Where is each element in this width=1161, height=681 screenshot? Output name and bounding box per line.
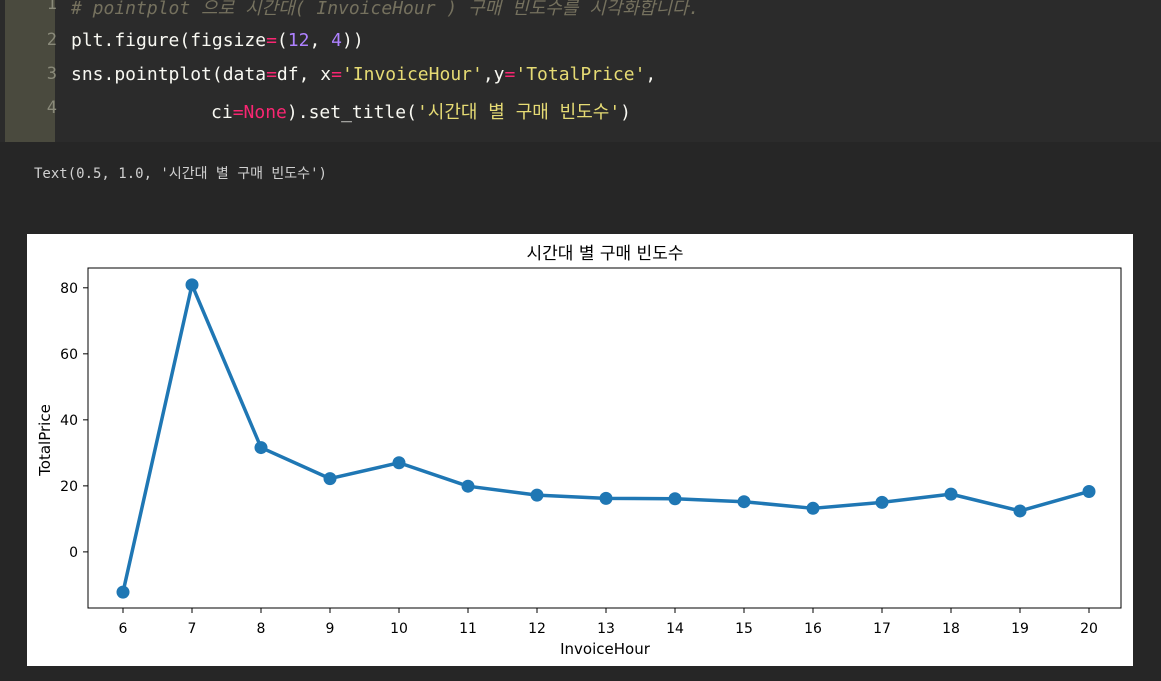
x-tick-label: 10 (390, 621, 408, 637)
line-number-gutter: 1 2 3 4 (5, 0, 57, 142)
line-number: 4 (46, 98, 57, 118)
data-point (806, 501, 820, 515)
data-point (185, 278, 199, 292)
y-tick-label: 20 (60, 479, 78, 495)
code-line-figure: plt.figure(figsize=(12, 4)) (71, 30, 364, 51)
x-tick-label: 19 (1011, 621, 1029, 637)
series-line (121, 283, 1090, 593)
x-tick-label: 14 (666, 621, 684, 637)
data-point (668, 492, 682, 506)
data-point (461, 479, 475, 493)
plot-frame (87, 267, 1122, 609)
data-point (392, 456, 406, 470)
line-number: 1 (46, 0, 57, 14)
x-tick-label: 9 (326, 621, 335, 637)
code-cell[interactable]: 1 2 3 4 # pointplot 으로 시간대( InvoiceHour … (0, 0, 1161, 142)
data-point (1013, 504, 1027, 518)
data-point (116, 585, 130, 599)
data-point (875, 495, 889, 509)
x-tick-label: 7 (188, 621, 197, 637)
code-line-set-title: ci=None).set_title('시간대 별 구매 빈도수') (211, 102, 632, 123)
y-tick-label: 0 (69, 545, 78, 561)
chart-title: 시간대 별 구매 빈도수 (527, 244, 684, 264)
code-comment: # pointplot 으로 시간대( InvoiceHour ) 구매 빈도수… (71, 0, 700, 19)
pointplot-chart: 시간대 별 구매 빈도수 InvoiceHour TotalPrice 0 20 4… (36, 244, 1122, 658)
x-axis-label: InvoiceHour (560, 640, 651, 658)
data-point (599, 491, 613, 505)
data-point (1082, 484, 1096, 498)
x-tick-label: 13 (597, 621, 615, 637)
line-number: 2 (46, 30, 57, 50)
data-point (323, 472, 337, 486)
data-point (944, 487, 958, 501)
chart-figure: 시간대 별 구매 빈도수 InvoiceHour TotalPrice 0 20 4… (27, 234, 1133, 666)
data-point (254, 441, 268, 455)
x-tick-label: 16 (804, 621, 822, 637)
x-tick-label: 12 (528, 621, 546, 637)
x-tick-label: 17 (873, 621, 891, 637)
x-tick-label: 8 (257, 621, 266, 637)
x-tick-label: 6 (119, 621, 128, 637)
y-tick-label: 60 (60, 347, 78, 363)
x-tick-label: 20 (1080, 621, 1098, 637)
y-axis-label: TotalPrice (36, 404, 54, 477)
line-number: 3 (46, 64, 57, 84)
data-point (530, 488, 544, 502)
data-point (737, 495, 751, 509)
y-tick-label: 40 (60, 413, 78, 429)
axes: 0 20 40 60 80 6 7 8 9 10 11 12 13 14 15 16 17 18 19 20 (60, 267, 1122, 637)
code-line-pointplot: sns.pointplot(data=df, x='InvoiceHour',y… (71, 64, 657, 85)
x-tick-label: 15 (735, 621, 753, 637)
x-tick-label: 18 (942, 621, 960, 637)
cell-output-text: Text(0.5, 1.0, '시간대 별 구매 빈도수') (34, 166, 327, 182)
x-tick-label: 11 (459, 621, 477, 637)
y-tick-label: 80 (60, 281, 78, 297)
